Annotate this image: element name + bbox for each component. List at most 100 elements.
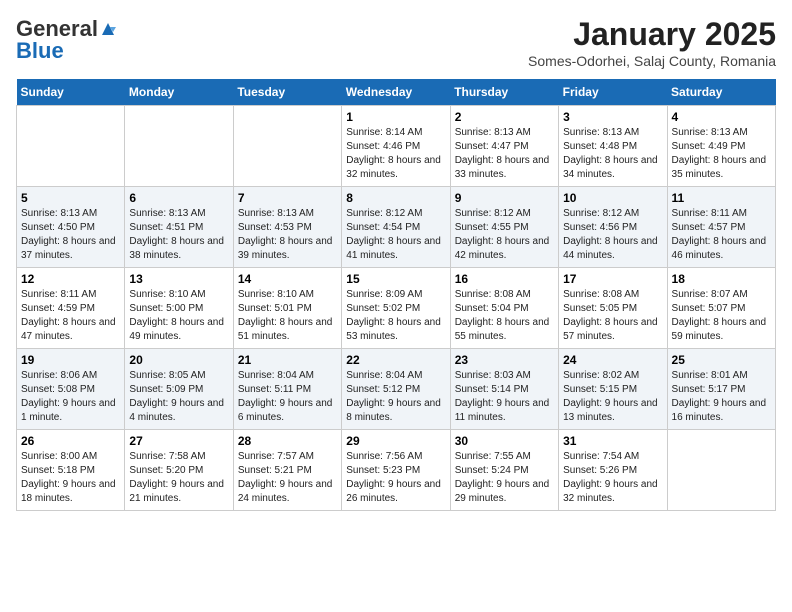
calendar-cell xyxy=(17,106,125,187)
header-wednesday: Wednesday xyxy=(342,79,450,106)
header-thursday: Thursday xyxy=(450,79,558,106)
day-number: 26 xyxy=(21,434,120,448)
day-number: 10 xyxy=(563,191,662,205)
day-info: Sunrise: 8:04 AM Sunset: 5:12 PM Dayligh… xyxy=(346,369,445,425)
day-number: 5 xyxy=(21,191,120,205)
day-info: Sunrise: 8:12 AM Sunset: 4:54 PM Dayligh… xyxy=(346,207,445,263)
calendar-cell: 31 Sunrise: 7:54 AM Sunset: 5:26 PM Dayli… xyxy=(559,430,667,511)
calendar-cell: 21 Sunrise: 8:04 AM Sunset: 5:11 PM Dayli… xyxy=(233,349,341,430)
day-info: Sunrise: 8:12 AM Sunset: 4:55 PM Dayligh… xyxy=(455,207,554,263)
day-number: 21 xyxy=(238,353,337,367)
calendar-cell: 28 Sunrise: 7:57 AM Sunset: 5:21 PM Dayli… xyxy=(233,430,341,511)
day-info: Sunrise: 8:08 AM Sunset: 5:04 PM Dayligh… xyxy=(455,288,554,344)
calendar-cell: 5 Sunrise: 8:13 AM Sunset: 4:50 PM Daylig… xyxy=(17,187,125,268)
calendar-cell: 20 Sunrise: 8:05 AM Sunset: 5:09 PM Dayli… xyxy=(125,349,233,430)
day-number: 29 xyxy=(346,434,445,448)
day-number: 20 xyxy=(129,353,228,367)
calendar-subtitle: Somes-Odorhei, Salaj County, Romania xyxy=(528,53,776,69)
day-number: 28 xyxy=(238,434,337,448)
day-info: Sunrise: 7:58 AM Sunset: 5:20 PM Dayligh… xyxy=(129,450,228,506)
week-row-1: 1 Sunrise: 8:14 AM Sunset: 4:46 PM Daylig… xyxy=(17,106,776,187)
week-row-2: 5 Sunrise: 8:13 AM Sunset: 4:50 PM Daylig… xyxy=(17,187,776,268)
day-info: Sunrise: 7:54 AM Sunset: 5:26 PM Dayligh… xyxy=(563,450,662,506)
day-info: Sunrise: 8:13 AM Sunset: 4:48 PM Dayligh… xyxy=(563,126,662,182)
day-info: Sunrise: 8:10 AM Sunset: 5:00 PM Dayligh… xyxy=(129,288,228,344)
header-sunday: Sunday xyxy=(17,79,125,106)
day-info: Sunrise: 8:13 AM Sunset: 4:53 PM Dayligh… xyxy=(238,207,337,263)
day-info: Sunrise: 8:13 AM Sunset: 4:51 PM Dayligh… xyxy=(129,207,228,263)
day-number: 15 xyxy=(346,272,445,286)
day-info: Sunrise: 8:12 AM Sunset: 4:56 PM Dayligh… xyxy=(563,207,662,263)
day-number: 30 xyxy=(455,434,554,448)
day-info: Sunrise: 8:05 AM Sunset: 5:09 PM Dayligh… xyxy=(129,369,228,425)
week-row-3: 12 Sunrise: 8:11 AM Sunset: 4:59 PM Dayli… xyxy=(17,268,776,349)
day-number: 11 xyxy=(672,191,771,205)
calendar-cell: 10 Sunrise: 8:12 AM Sunset: 4:56 PM Dayli… xyxy=(559,187,667,268)
day-number: 2 xyxy=(455,110,554,124)
calendar-cell: 12 Sunrise: 8:11 AM Sunset: 4:59 PM Dayli… xyxy=(17,268,125,349)
calendar-cell: 2Sunrise: 8:13 AM Sunset: 4:47 PM Daylig… xyxy=(450,106,558,187)
calendar-cell: 7 Sunrise: 8:13 AM Sunset: 4:53 PM Daylig… xyxy=(233,187,341,268)
header-tuesday: Tuesday xyxy=(233,79,341,106)
day-info: Sunrise: 8:11 AM Sunset: 4:57 PM Dayligh… xyxy=(672,207,771,263)
day-info: Sunrise: 7:57 AM Sunset: 5:21 PM Dayligh… xyxy=(238,450,337,506)
day-info: Sunrise: 8:13 AM Sunset: 4:49 PM Dayligh… xyxy=(672,126,771,182)
day-number: 22 xyxy=(346,353,445,367)
day-info: Sunrise: 7:55 AM Sunset: 5:24 PM Dayligh… xyxy=(455,450,554,506)
day-number: 13 xyxy=(129,272,228,286)
calendar-cell: 14 Sunrise: 8:10 AM Sunset: 5:01 PM Dayli… xyxy=(233,268,341,349)
header-saturday: Saturday xyxy=(667,79,775,106)
day-number: 8 xyxy=(346,191,445,205)
calendar-cell: 17Sunrise: 8:08 AM Sunset: 5:05 PM Dayli… xyxy=(559,268,667,349)
day-number: 12 xyxy=(21,272,120,286)
day-info: Sunrise: 8:04 AM Sunset: 5:11 PM Dayligh… xyxy=(238,369,337,425)
calendar-cell xyxy=(125,106,233,187)
day-info: Sunrise: 8:02 AM Sunset: 5:15 PM Dayligh… xyxy=(563,369,662,425)
day-number: 25 xyxy=(672,353,771,367)
header-friday: Friday xyxy=(559,79,667,106)
calendar-cell: 19 Sunrise: 8:06 AM Sunset: 5:08 PM Dayli… xyxy=(17,349,125,430)
day-info: Sunrise: 8:01 AM Sunset: 5:17 PM Dayligh… xyxy=(672,369,771,425)
day-info: Sunrise: 8:11 AM Sunset: 4:59 PM Dayligh… xyxy=(21,288,120,344)
calendar-cell: 1 Sunrise: 8:14 AM Sunset: 4:46 PM Daylig… xyxy=(342,106,450,187)
day-number: 23 xyxy=(455,353,554,367)
day-number: 24 xyxy=(563,353,662,367)
calendar-cell xyxy=(233,106,341,187)
day-number: 6 xyxy=(129,191,228,205)
day-info: Sunrise: 8:10 AM Sunset: 5:01 PM Dayligh… xyxy=(238,288,337,344)
calendar-cell: 18 Sunrise: 8:07 AM Sunset: 5:07 PM Dayli… xyxy=(667,268,775,349)
calendar-cell: 11 Sunrise: 8:11 AM Sunset: 4:57 PM Dayli… xyxy=(667,187,775,268)
day-info: Sunrise: 8:07 AM Sunset: 5:07 PM Dayligh… xyxy=(672,288,771,344)
calendar-cell: 4Sunrise: 8:13 AM Sunset: 4:49 PM Daylig… xyxy=(667,106,775,187)
calendar-table: SundayMondayTuesdayWednesdayThursdayFrid… xyxy=(16,79,776,511)
calendar-cell: 25 Sunrise: 8:01 AM Sunset: 5:17 PM Dayli… xyxy=(667,349,775,430)
calendar-cell: 16 Sunrise: 8:08 AM Sunset: 5:04 PM Dayli… xyxy=(450,268,558,349)
calendar-cell: 6 Sunrise: 8:13 AM Sunset: 4:51 PM Daylig… xyxy=(125,187,233,268)
day-info: Sunrise: 8:06 AM Sunset: 5:08 PM Dayligh… xyxy=(21,369,120,425)
day-number: 27 xyxy=(129,434,228,448)
day-number: 16 xyxy=(455,272,554,286)
page-header: General Blue January 2025 Somes-Odorhei,… xyxy=(16,16,776,69)
day-info: Sunrise: 7:56 AM Sunset: 5:23 PM Dayligh… xyxy=(346,450,445,506)
day-number: 9 xyxy=(455,191,554,205)
day-info: Sunrise: 8:00 AM Sunset: 5:18 PM Dayligh… xyxy=(21,450,120,506)
day-number: 7 xyxy=(238,191,337,205)
calendar-cell: 22 Sunrise: 8:04 AM Sunset: 5:12 PM Dayli… xyxy=(342,349,450,430)
day-number: 31 xyxy=(563,434,662,448)
day-info: Sunrise: 8:14 AM Sunset: 4:46 PM Dayligh… xyxy=(346,126,445,182)
calendar-cell: 24 Sunrise: 8:02 AM Sunset: 5:15 PM Dayli… xyxy=(559,349,667,430)
day-number: 18 xyxy=(672,272,771,286)
logo-icon xyxy=(100,21,116,37)
day-info: Sunrise: 8:08 AM Sunset: 5:05 PM Dayligh… xyxy=(563,288,662,344)
calendar-title: January 2025 xyxy=(528,16,776,53)
day-number: 19 xyxy=(21,353,120,367)
day-info: Sunrise: 8:03 AM Sunset: 5:14 PM Dayligh… xyxy=(455,369,554,425)
calendar-cell: 23 Sunrise: 8:03 AM Sunset: 5:14 PM Dayli… xyxy=(450,349,558,430)
calendar-cell: 27 Sunrise: 7:58 AM Sunset: 5:20 PM Dayli… xyxy=(125,430,233,511)
day-number: 14 xyxy=(238,272,337,286)
week-row-5: 26 Sunrise: 8:00 AM Sunset: 5:18 PM Dayli… xyxy=(17,430,776,511)
day-number: 1 xyxy=(346,110,445,124)
day-info: Sunrise: 8:13 AM Sunset: 4:50 PM Dayligh… xyxy=(21,207,120,263)
logo-blue: Blue xyxy=(16,38,64,64)
week-row-4: 19 Sunrise: 8:06 AM Sunset: 5:08 PM Dayli… xyxy=(17,349,776,430)
